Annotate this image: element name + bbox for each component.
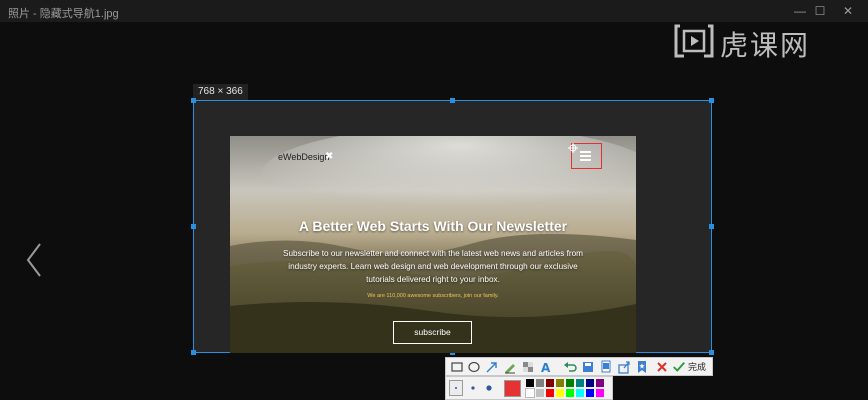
- brand-text: 虎课网: [720, 29, 811, 62]
- color-swatch[interactable]: [596, 379, 604, 387]
- subscribe-button[interactable]: subscribe: [393, 321, 472, 344]
- color-swatch[interactable]: [526, 379, 534, 387]
- landscape-photo: eWebDesign ✖ A Better Web Starts With Ou…: [230, 136, 636, 353]
- arrow-icon[interactable]: [484, 359, 500, 375]
- newsletter-description: Subscribe to our newsletter and connect …: [283, 249, 583, 284]
- site-logo: eWebDesign: [278, 152, 330, 162]
- crosshair-cursor-icon: [568, 143, 578, 153]
- resize-handle[interactable]: [709, 224, 714, 229]
- resize-handle[interactable]: [709, 350, 714, 355]
- color-swatch[interactable]: [576, 379, 584, 387]
- resize-handle[interactable]: [191, 98, 196, 103]
- rectangle-icon[interactable]: [449, 359, 465, 375]
- color-swatch[interactable]: [586, 379, 594, 387]
- color-swatch[interactable]: [566, 379, 574, 387]
- mosaic-icon[interactable]: [520, 359, 536, 375]
- previous-arrow-icon[interactable]: [22, 240, 46, 280]
- hamburger-menu-icon[interactable]: [580, 151, 591, 161]
- color-swatch[interactable]: [576, 389, 584, 397]
- current-color-swatch[interactable]: [504, 380, 521, 397]
- color-swatch[interactable]: [536, 379, 544, 387]
- close-x-icon: ✖: [325, 151, 334, 162]
- pen-icon[interactable]: [502, 359, 518, 375]
- text-icon[interactable]: A: [538, 359, 554, 375]
- brand-watermark: 虎课网: [668, 22, 864, 62]
- save-icon[interactable]: [580, 359, 596, 375]
- color-swatch[interactable]: [536, 389, 544, 397]
- window-title: 照片 - 隐藏式导航1.jpg: [8, 8, 119, 20]
- resize-handle[interactable]: [191, 224, 196, 229]
- done-button[interactable]: 完成: [688, 360, 706, 373]
- checkmark-icon[interactable]: [672, 359, 686, 375]
- resize-handle[interactable]: [709, 98, 714, 103]
- undo-icon[interactable]: [562, 359, 578, 375]
- color-swatch[interactable]: [525, 388, 535, 398]
- color-swatch[interactable]: [546, 389, 554, 397]
- resize-handle[interactable]: [450, 98, 455, 103]
- copy-icon[interactable]: [598, 359, 614, 375]
- maximize-button[interactable]: ☐: [806, 2, 834, 20]
- cancel-icon[interactable]: [654, 359, 670, 375]
- share-icon[interactable]: [616, 359, 632, 375]
- color-swatch[interactable]: [566, 389, 574, 397]
- color-swatch[interactable]: [556, 389, 564, 397]
- close-button[interactable]: ✕: [834, 2, 862, 20]
- subscriber-count: We are 110,000 awesome subscribers, join…: [367, 293, 499, 299]
- tv-play-logo-icon: [674, 24, 714, 58]
- color-swatch[interactable]: [556, 379, 564, 387]
- svg-text:A: A: [541, 361, 551, 375]
- pin-icon[interactable]: [634, 359, 650, 375]
- brush-size-small[interactable]: [449, 380, 463, 396]
- newsletter-headline: A Better Web Starts With Our Newsletter: [298, 218, 568, 234]
- color-swatch[interactable]: [546, 379, 554, 387]
- ellipse-icon[interactable]: [466, 359, 482, 375]
- title-bar: 照片 - 隐藏式导航1.jpg — ☐ ✕: [0, 0, 868, 22]
- color-swatch[interactable]: [596, 389, 604, 397]
- annotation-toolbar: A 完成: [445, 357, 713, 376]
- color-swatch[interactable]: [586, 389, 594, 397]
- color-palette: [445, 376, 613, 400]
- brush-size-medium[interactable]: [466, 380, 480, 396]
- selection-size-label: 768 × 366: [193, 84, 248, 100]
- resize-handle[interactable]: [191, 350, 196, 355]
- brush-size-large[interactable]: [482, 380, 496, 396]
